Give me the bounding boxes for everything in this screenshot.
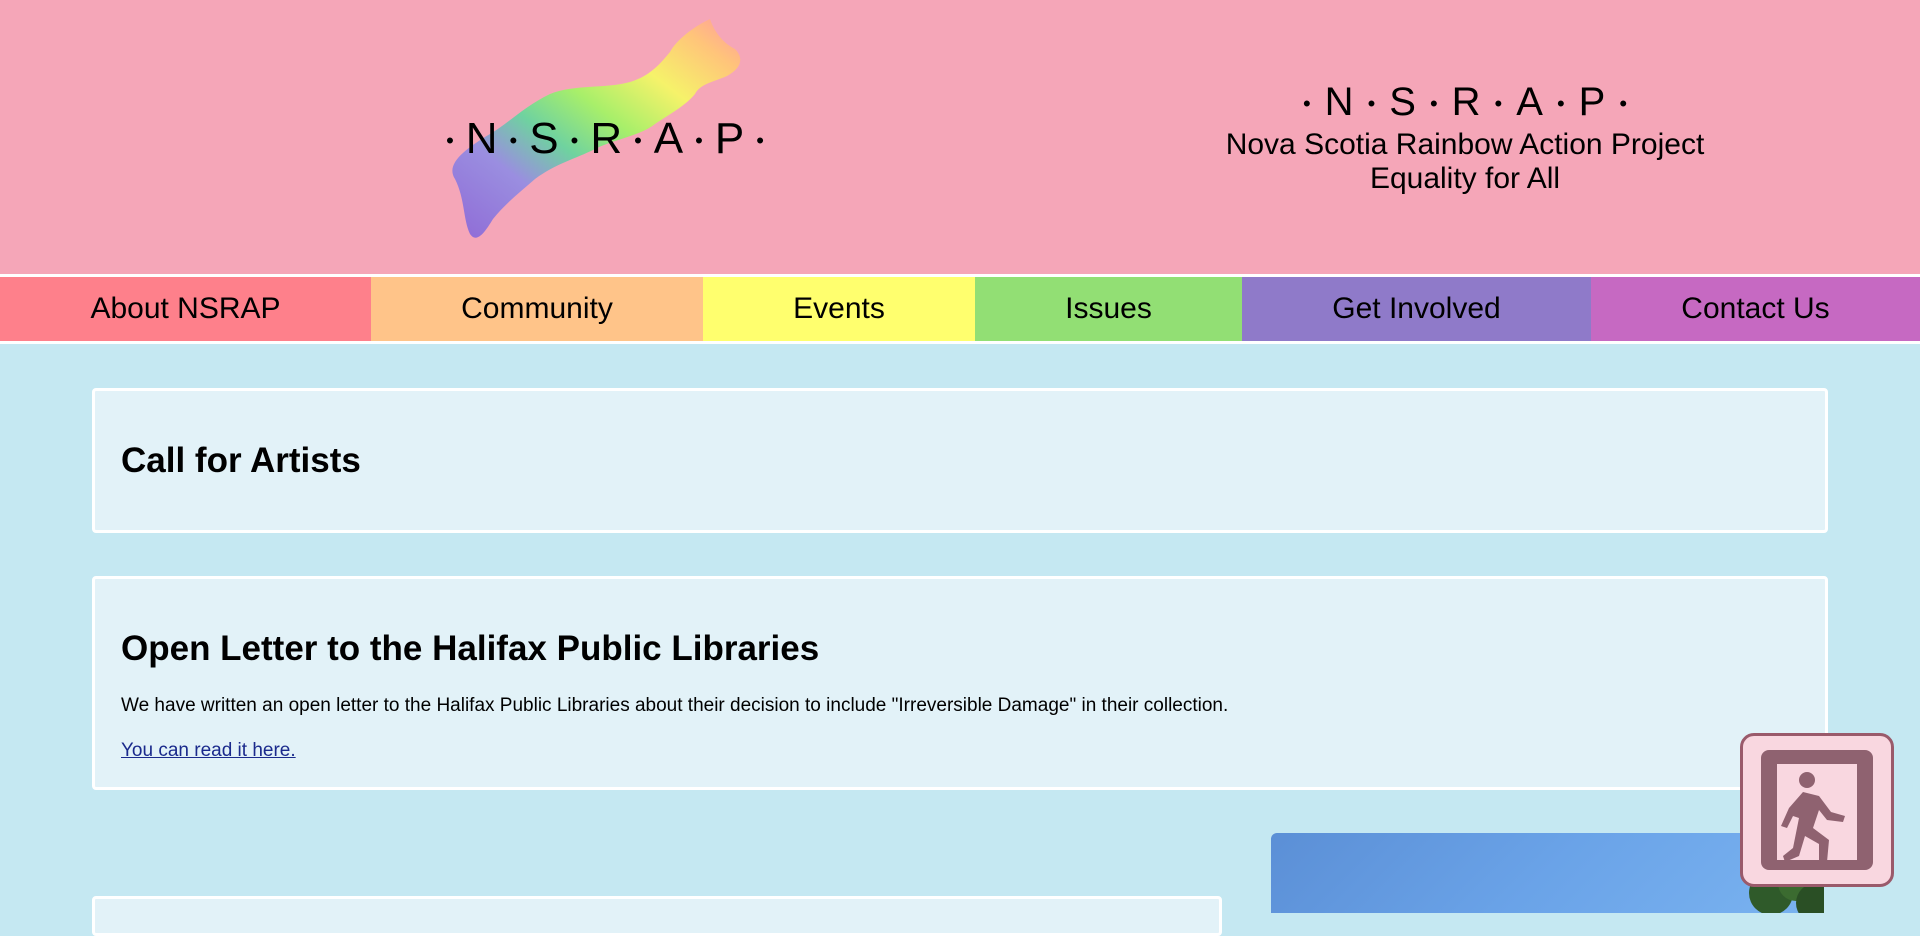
exit-icon	[1761, 750, 1873, 870]
nav-events[interactable]: Events	[703, 277, 975, 341]
post-body: We have written an open letter to the Ha…	[121, 695, 1229, 716]
site-tagline: • N • S • R • A • P • Nova Scotia Rainbow Action P…	[1185, 78, 1745, 196]
nav-about[interactable]: About NSRAP	[0, 277, 371, 341]
post-title[interactable]: Open Letter to the Halifax Public Librar…	[121, 629, 819, 669]
nav-contact[interactable]: Contact Us	[1591, 277, 1920, 341]
main-nav: About NSRAP Community Events Issues Get …	[0, 277, 1920, 341]
nav-get-involved[interactable]: Get Involved	[1242, 277, 1591, 341]
org-name: Nova Scotia Rainbow Action Project	[1225, 128, 1705, 162]
post-title[interactable]: Call for Artists	[121, 441, 361, 481]
quick-exit-button[interactable]	[1740, 733, 1894, 887]
nav-community[interactable]: Community	[371, 277, 703, 341]
nav-divider	[0, 341, 1920, 344]
nav-issues[interactable]: Issues	[975, 277, 1242, 341]
tagline-acronym: • N • S • R • A • P •	[1302, 80, 1628, 124]
org-slogan: Equality for All	[1369, 162, 1561, 196]
post-card-open-letter: Open Letter to the Halifax Public Librar…	[92, 576, 1828, 790]
site-logo[interactable]: • N • S • R • A • P •	[415, 14, 795, 254]
read-more-link[interactable]: You can read it here.	[121, 740, 296, 762]
site-header: • N • S • R • A • P • • N • S • R • A • P • Nova Scotia Rain…	[0, 0, 1920, 274]
post-card-call-for-artists: Call for Artists	[92, 388, 1828, 533]
logo-wordmark: • N • S • R • A • P •	[446, 114, 764, 163]
post-card-partial	[92, 896, 1222, 936]
